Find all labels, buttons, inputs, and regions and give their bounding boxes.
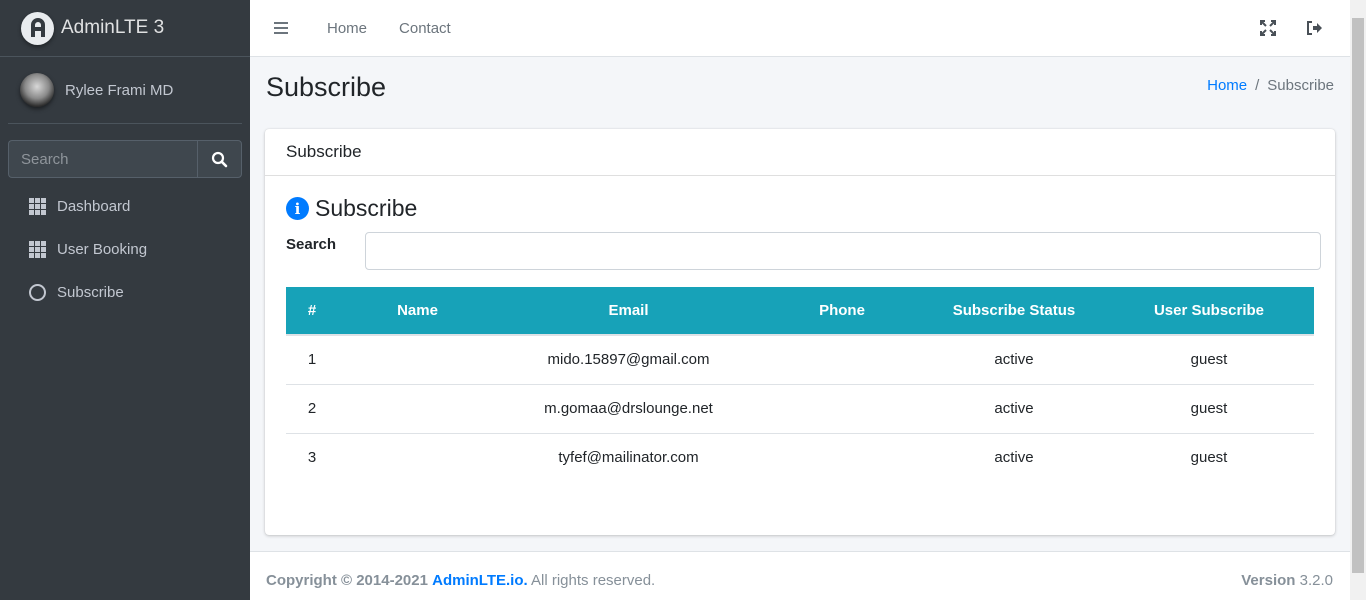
fullscreen-icon[interactable]: [1258, 18, 1277, 37]
grid-icon: [28, 197, 47, 216]
cell-name: [338, 384, 497, 433]
card-header: Subscribe: [265, 129, 1335, 176]
version-number: 3.2.0: [1299, 572, 1333, 589]
cell-subscribe-status: active: [994, 351, 1034, 369]
sidebar-item-user-booking[interactable]: User Booking: [8, 228, 242, 271]
search-label: Search: [286, 236, 337, 253]
column-header-index[interactable]: #: [286, 287, 338, 336]
footer-version: Version 3.2.0: [1241, 572, 1333, 589]
info-icon: i: [286, 197, 309, 220]
brand-logo-icon: [21, 11, 54, 45]
footer-adminlte-link[interactable]: AdminLTE.io.: [432, 572, 528, 589]
card-heading-text: Subscribe: [315, 195, 418, 221]
table-row[interactable]: 3 tyfef@mailinator.com active guest: [286, 433, 1314, 482]
table-row[interactable]: 2 m.gomaa@drslounge.net active guest: [286, 384, 1314, 433]
user-panel[interactable]: Rylee Frami MD: [8, 57, 242, 124]
table-header-row: # Name Email Phone Subscribe Status User…: [286, 287, 1314, 336]
cell-name: [338, 335, 497, 384]
navbar-right: [1258, 18, 1324, 37]
cell-index: 1: [307, 351, 317, 369]
cell-email: m.gomaa@drslounge.net: [544, 400, 713, 417]
sidebar-item-dashboard[interactable]: Dashboard: [8, 185, 242, 228]
brand-name: AdminLTE 3: [61, 17, 165, 38]
search-icon: [211, 151, 228, 167]
subscribe-table: # Name Email Phone Subscribe Status User…: [286, 287, 1314, 482]
breadcrumb-separator: /: [1255, 77, 1260, 94]
grid-icon: [28, 240, 47, 259]
sidebar-nav: Dashboard User Booking Subscribe: [8, 185, 242, 314]
cell-email: mido.15897@gmail.com: [547, 351, 710, 369]
main-sidebar: AdminLTE 3 Rylee Frami MD Dashboard User…: [0, 0, 250, 600]
brand-link[interactable]: AdminLTE 3: [0, 0, 250, 57]
table-row[interactable]: 1 mido.15897@gmail.com active guest: [286, 335, 1314, 384]
footer-copyright: Copyright © 2014-2021 AdminLTE.io. All r…: [266, 572, 655, 589]
column-header-user-subscribe[interactable]: User Subscribe: [1104, 287, 1314, 336]
cell-subscribe-status: active: [994, 400, 1034, 417]
avatar: [20, 73, 54, 107]
cell-user-subscribe: guest: [1190, 351, 1228, 369]
circle-icon: [28, 283, 47, 302]
nav-contact-link[interactable]: Contact: [399, 20, 451, 37]
sidebar-search-button[interactable]: [197, 140, 242, 178]
breadcrumb: Home / Subscribe: [1207, 77, 1334, 94]
version-label: Version: [1241, 572, 1296, 589]
scrollbar-thumb[interactable]: [1352, 18, 1364, 573]
footer-rights: All rights reserved.: [531, 572, 656, 589]
cell-index: 3: [307, 449, 317, 467]
column-header-name[interactable]: Name: [338, 287, 497, 336]
search-input[interactable]: [365, 232, 1321, 270]
cell-user-subscribe: guest: [1190, 400, 1228, 417]
card-heading: i Subscribe: [286, 195, 417, 222]
column-header-email[interactable]: Email: [497, 287, 760, 336]
cell-subscribe-status: active: [994, 449, 1034, 467]
sidebar-search-input[interactable]: [8, 140, 197, 178]
menu-toggle-icon[interactable]: [274, 22, 288, 34]
breadcrumb-home-link[interactable]: Home: [1207, 77, 1247, 94]
nav-home-link[interactable]: Home: [327, 20, 367, 37]
cell-index: 2: [307, 400, 317, 417]
column-header-phone[interactable]: Phone: [760, 287, 924, 336]
subscribe-card: Subscribe i Subscribe Search # Name Emai…: [265, 129, 1335, 535]
cell-phone: [760, 335, 924, 384]
cell-phone: [760, 433, 924, 482]
user-name[interactable]: Rylee Frami MD: [65, 82, 173, 99]
column-header-subscribe-status[interactable]: Subscribe Status: [924, 287, 1104, 336]
cell-phone: [760, 384, 924, 433]
cell-name: [338, 433, 497, 482]
page-scrollbar[interactable]: [1350, 0, 1366, 600]
cell-user-subscribe: guest: [1190, 449, 1228, 467]
top-navbar: Home Contact: [250, 0, 1350, 57]
cell-email: tyfef@mailinator.com: [558, 449, 699, 467]
logout-icon[interactable]: [1305, 18, 1324, 37]
sidebar-item-label: Subscribe: [57, 284, 124, 301]
main-footer: Copyright © 2014-2021 AdminLTE.io. All r…: [250, 551, 1350, 600]
copyright-text: Copyright © 2014-2021: [266, 572, 428, 589]
sidebar-item-subscribe[interactable]: Subscribe: [8, 271, 242, 314]
page-title: Subscribe: [266, 72, 387, 102]
sidebar-item-label: User Booking: [57, 241, 148, 258]
sidebar-item-label: Dashboard: [57, 198, 131, 215]
breadcrumb-current: Subscribe: [1267, 77, 1334, 94]
sidebar-search: [8, 140, 242, 178]
